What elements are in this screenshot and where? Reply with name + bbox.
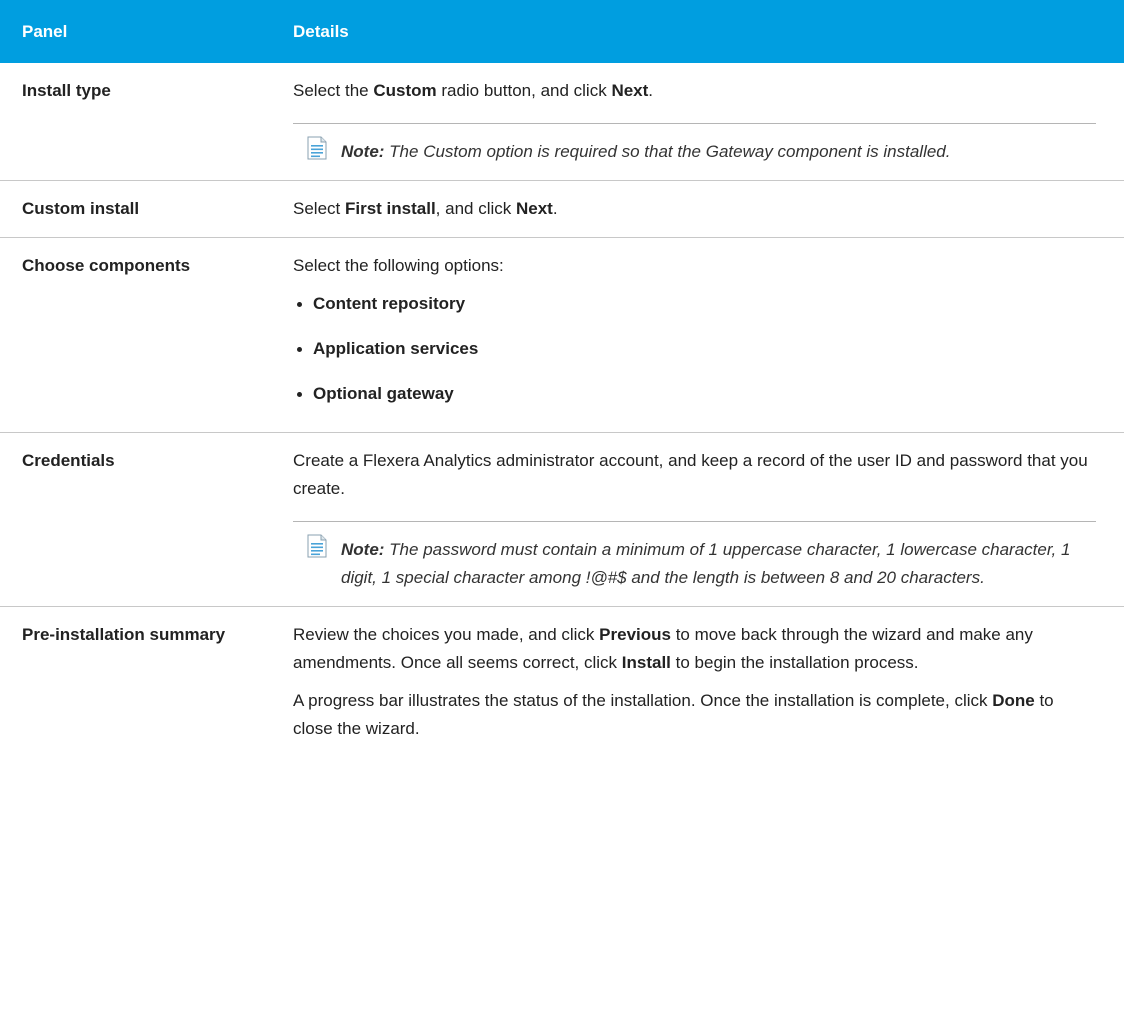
details-paragraph: Review the choices you made, and click P… <box>293 625 1033 672</box>
panel-name-install-type: Install type <box>0 63 281 181</box>
column-header-panel: Panel <box>0 0 281 63</box>
bullet-icon <box>297 302 302 307</box>
note-document-icon <box>307 136 327 160</box>
note-document-icon <box>307 534 327 558</box>
details-paragraph: Select First install, and click Next. <box>293 199 558 218</box>
details-paragraph: Select the following options: <box>293 256 504 275</box>
list-item: Optional gateway <box>293 380 1096 408</box>
table-row: Custom install Select First install, and… <box>0 180 1124 238</box>
table-row: Install type Select the Custom radio but… <box>0 63 1124 181</box>
note-box: Note: The password must contain a minimu… <box>293 521 1096 592</box>
bullet-icon <box>297 392 302 397</box>
panel-name-credentials: Credentials <box>0 432 281 607</box>
details-paragraph: Select the Custom radio button, and clic… <box>293 81 654 100</box>
note-label: Note: <box>341 540 385 559</box>
details-paragraph: A progress bar illustrates the status of… <box>293 691 1054 738</box>
note-text: The password must contain a minimum of 1… <box>341 540 1071 587</box>
details-credentials: Create a Flexera Analytics administrator… <box>281 432 1124 607</box>
table-row: Credentials Create a Flexera Analytics a… <box>0 432 1124 607</box>
panel-name-pre-installation-summary: Pre-installation summary <box>22 625 226 644</box>
list-item: Content repository <box>293 290 1096 318</box>
panel-name-choose-components: Choose components <box>0 237 281 433</box>
note-text: The Custom option is required so that th… <box>384 142 951 161</box>
bullet-icon <box>297 347 302 352</box>
details-install-type: Select the Custom radio button, and clic… <box>281 63 1124 181</box>
install-panels-table: Panel Details Install type Select the Cu… <box>0 0 1124 757</box>
panel-name-custom-install: Custom install <box>0 180 281 238</box>
table-header-row: Panel Details <box>0 0 1124 63</box>
details-choose-components: Select the following options: Content re… <box>281 237 1124 433</box>
column-header-details: Details <box>281 0 1124 63</box>
details-custom-install: Select First install, and click Next. <box>281 180 1124 238</box>
list-item: Application services <box>293 335 1096 363</box>
note-label: Note: <box>341 142 385 161</box>
table-row: Choose components Select the following o… <box>0 237 1124 433</box>
table-row: Pre-installation summary Review the choi… <box>0 607 1124 758</box>
note-box: Note: The Custom option is required so t… <box>293 123 1096 166</box>
details-paragraph: Create a Flexera Analytics administrator… <box>293 451 1088 498</box>
details-pre-installation-summary: Review the choices you made, and click P… <box>281 607 1124 758</box>
component-options-list: Content repository Application services … <box>293 290 1096 408</box>
